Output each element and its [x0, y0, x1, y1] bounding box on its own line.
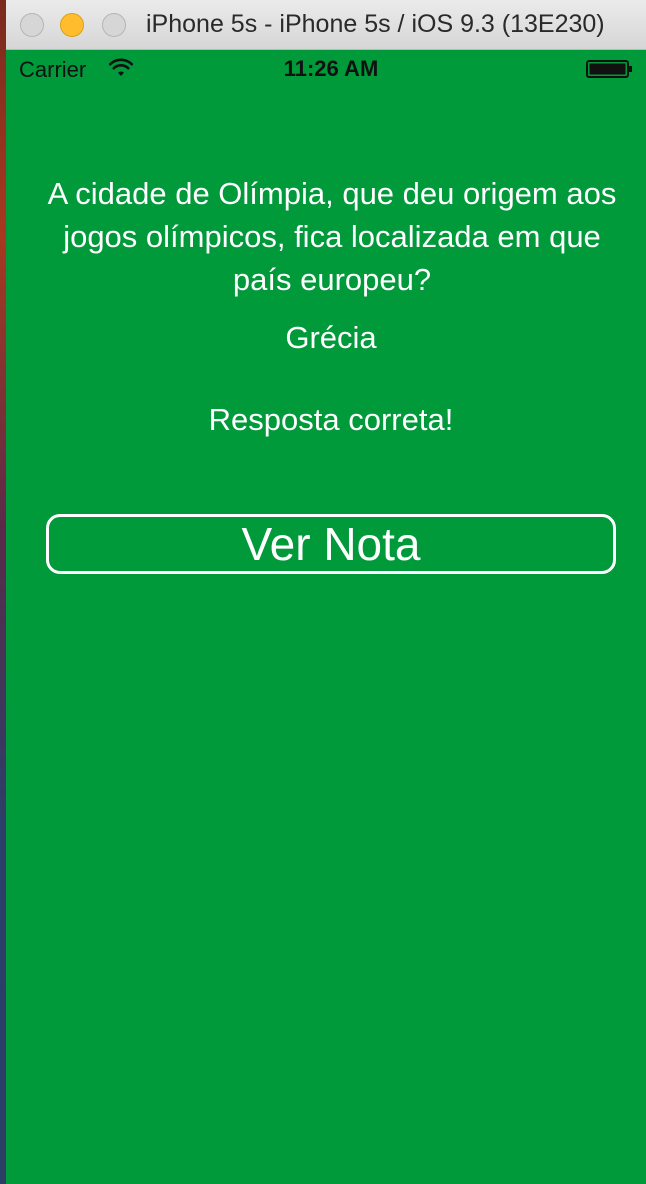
ios-status-bar: Carrier 11:26 AM — [6, 50, 646, 90]
minimize-window-button[interactable] — [60, 13, 84, 37]
zoom-window-button[interactable] — [102, 13, 126, 37]
result-message: Resposta correta! — [208, 402, 454, 437]
ver-nota-button[interactable]: Ver Nota — [46, 514, 616, 574]
window-title: iPhone 5s - iPhone 5s / iOS 9.3 (13E230) — [146, 10, 605, 38]
answer-text: Grécia — [285, 320, 377, 355]
window-titlebar: iPhone 5s - iPhone 5s / iOS 9.3 (13E230) — [6, 0, 646, 50]
simulator-window: iPhone 5s - iPhone 5s / iOS 9.3 (13E230)… — [6, 0, 646, 1184]
battery-icon — [586, 60, 632, 78]
status-time: 11:26 AM — [283, 56, 379, 81]
question-text: A cidade de Olímpia, que deu origem aos … — [47, 176, 617, 297]
close-window-button[interactable] — [20, 13, 44, 37]
